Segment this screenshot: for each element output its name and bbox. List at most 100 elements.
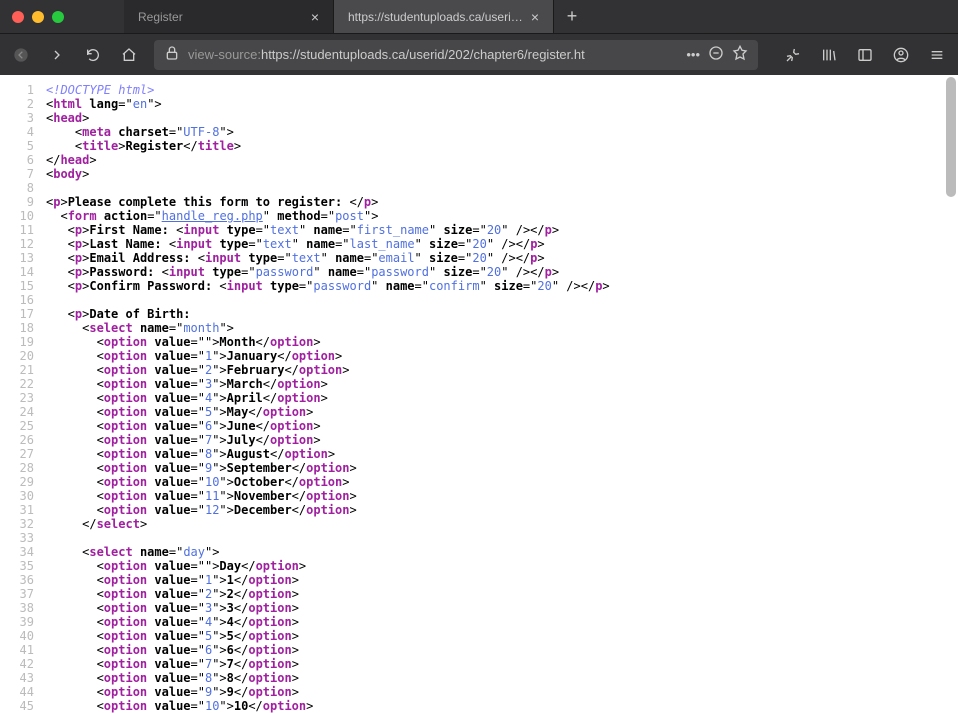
toolbar-right (782, 44, 948, 66)
line-number: 38 (0, 601, 34, 615)
tab-view-source[interactable]: https://studentuploads.ca/userid/20 × (334, 0, 554, 33)
line-number: 35 (0, 559, 34, 573)
line-number: 19 (0, 335, 34, 349)
source-line[interactable]: <option value="2">February</option> (46, 363, 958, 377)
line-number: 36 (0, 573, 34, 587)
line-number: 25 (0, 419, 34, 433)
tab-label: https://studentuploads.ca/userid/20 (348, 10, 523, 24)
source-line[interactable]: <body> (46, 167, 958, 181)
bookmark-icon[interactable] (732, 45, 748, 64)
forward-button[interactable] (46, 44, 68, 66)
line-number: 7 (0, 167, 34, 181)
source-line[interactable]: <option value="7">July</option> (46, 433, 958, 447)
source-line[interactable]: <p>Email Address: <input type="text" nam… (46, 251, 958, 265)
line-number: 32 (0, 517, 34, 531)
close-icon[interactable]: × (311, 10, 319, 24)
line-number: 18 (0, 321, 34, 335)
source-line[interactable]: <!DOCTYPE html> (46, 83, 958, 97)
source-line[interactable]: <title>Register</title> (46, 139, 958, 153)
source-line[interactable]: <option value="5">5</option> (46, 629, 958, 643)
source-line[interactable]: <p>Confirm Password: <input type="passwo… (46, 279, 958, 293)
source-line[interactable]: <option value="4">April</option> (46, 391, 958, 405)
source-line[interactable]: <html lang="en"> (46, 97, 958, 111)
line-number: 33 (0, 531, 34, 545)
source-code[interactable]: <!DOCTYPE html><html lang="en"><head> <m… (40, 75, 958, 713)
source-line[interactable]: <option value="8">8</option> (46, 671, 958, 685)
menu-icon[interactable] (926, 44, 948, 66)
line-number: 28 (0, 461, 34, 475)
source-line[interactable]: <option value="12">December</option> (46, 503, 958, 517)
account-icon[interactable] (890, 44, 912, 66)
source-line[interactable]: <p>Last Name: <input type="text" name="l… (46, 237, 958, 251)
line-number: 3 (0, 111, 34, 125)
source-line[interactable]: <option value="2">2</option> (46, 587, 958, 601)
line-number: 11 (0, 223, 34, 237)
library-icon[interactable] (818, 44, 840, 66)
line-number: 34 (0, 545, 34, 559)
close-window-icon[interactable] (12, 11, 24, 23)
line-number: 4 (0, 125, 34, 139)
home-button[interactable] (118, 44, 140, 66)
source-line[interactable]: <option value="6">June</option> (46, 419, 958, 433)
source-line[interactable]: </select> (46, 517, 958, 531)
source-line[interactable]: <form action="handle_reg.php" method="po… (46, 209, 958, 223)
source-line[interactable]: <option value="9">9</option> (46, 685, 958, 699)
source-line[interactable]: <option value="4">4</option> (46, 615, 958, 629)
address-bar[interactable]: view-source:https://studentuploads.ca/us… (154, 40, 758, 70)
source-line[interactable]: <option value="11">November</option> (46, 489, 958, 503)
tab-register[interactable]: Register × (124, 0, 334, 33)
reload-button[interactable] (82, 44, 104, 66)
reader-icon[interactable] (708, 45, 724, 64)
line-number: 30 (0, 489, 34, 503)
line-number: 5 (0, 139, 34, 153)
minimize-window-icon[interactable] (32, 11, 44, 23)
source-line[interactable]: <select name="day"> (46, 545, 958, 559)
line-number: 10 (0, 209, 34, 223)
source-line[interactable]: <p>Please complete this form to register… (46, 195, 958, 209)
line-number: 9 (0, 195, 34, 209)
new-tab-button[interactable]: + (554, 0, 590, 33)
source-line[interactable]: <option value="5">May</option> (46, 405, 958, 419)
source-line[interactable] (46, 181, 958, 195)
source-line[interactable] (46, 293, 958, 307)
source-line[interactable] (46, 531, 958, 545)
source-line[interactable]: <option value="3">3</option> (46, 601, 958, 615)
source-line[interactable]: </head> (46, 153, 958, 167)
source-line[interactable]: <option value="1">1</option> (46, 573, 958, 587)
source-line[interactable]: <head> (46, 111, 958, 125)
source-line[interactable]: <option value="10">October</option> (46, 475, 958, 489)
line-number: 45 (0, 699, 34, 713)
source-line[interactable]: <p>Password: <input type="password" name… (46, 265, 958, 279)
source-line[interactable]: <select name="month"> (46, 321, 958, 335)
source-line[interactable]: <option value="9">September</option> (46, 461, 958, 475)
line-number: 40 (0, 629, 34, 643)
line-number: 21 (0, 363, 34, 377)
line-number: 14 (0, 265, 34, 279)
ellipsis-icon[interactable]: ••• (686, 47, 700, 62)
source-line[interactable]: <option value="3">March</option> (46, 377, 958, 391)
titlebar: Register × https://studentuploads.ca/use… (0, 0, 958, 33)
source-line[interactable]: <option value="7">7</option> (46, 657, 958, 671)
line-number: 26 (0, 433, 34, 447)
line-number: 39 (0, 615, 34, 629)
line-number: 2 (0, 97, 34, 111)
scrollbar-thumb[interactable] (946, 77, 956, 197)
source-line[interactable]: <p>First Name: <input type="text" name="… (46, 223, 958, 237)
tab-strip: Register × https://studentuploads.ca/use… (124, 0, 590, 33)
source-line[interactable]: <option value="6">6</option> (46, 643, 958, 657)
back-button[interactable] (10, 44, 32, 66)
source-line[interactable]: <option value="10">10</option> (46, 699, 958, 713)
source-line[interactable]: <p>Date of Birth: (46, 307, 958, 321)
devtools-icon[interactable] (782, 44, 804, 66)
source-line[interactable]: <option value="">Day</option> (46, 559, 958, 573)
source-line[interactable]: <meta charset="UTF-8"> (46, 125, 958, 139)
source-line[interactable]: <option value="1">January</option> (46, 349, 958, 363)
lock-icon (164, 45, 180, 64)
source-line[interactable]: <option value="">Month</option> (46, 335, 958, 349)
line-number: 16 (0, 293, 34, 307)
sidebar-icon[interactable] (854, 44, 876, 66)
maximize-window-icon[interactable] (52, 11, 64, 23)
close-icon[interactable]: × (531, 10, 539, 24)
source-line[interactable]: <option value="8">August</option> (46, 447, 958, 461)
line-number: 20 (0, 349, 34, 363)
